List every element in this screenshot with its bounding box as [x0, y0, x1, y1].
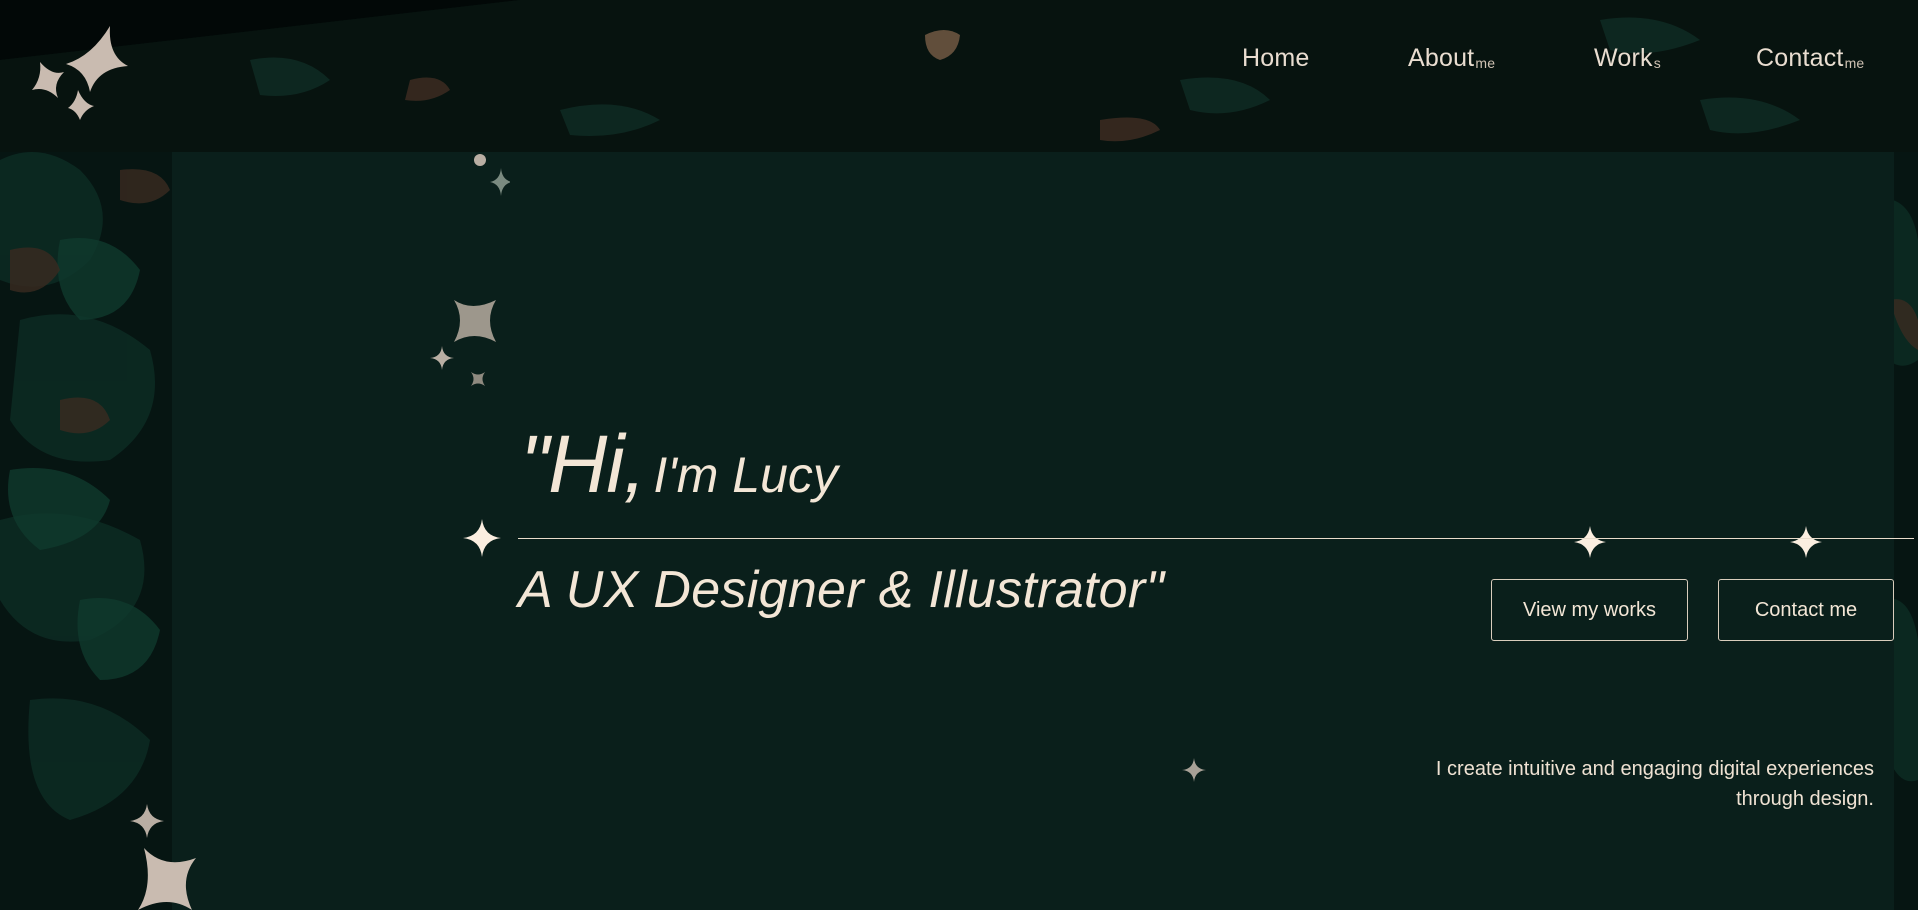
- nav-item-suffix: me: [1844, 55, 1865, 71]
- nav-item-contact[interactable]: Contactme: [1756, 44, 1864, 73]
- hero-tagline: I create intuitive and engaging digital …: [1354, 754, 1874, 814]
- greeting-name: I'm Lucy: [653, 447, 838, 503]
- nav-item-label: Work: [1594, 44, 1653, 72]
- sparkle-icon: [430, 346, 454, 370]
- tagline-line: through design.: [1736, 788, 1874, 810]
- sparkle-icon: [1182, 758, 1206, 782]
- nav-item-label: About: [1408, 44, 1475, 72]
- view-works-button[interactable]: View my works: [1491, 579, 1688, 641]
- hero-greeting: "Hi, I'm Lucy: [520, 418, 838, 512]
- sparkle-icon: [130, 804, 164, 838]
- sparkle-icon: [138, 848, 196, 910]
- sparkle-icon: [454, 300, 496, 342]
- nav-item-suffix: me: [1475, 55, 1496, 71]
- hero-subtitle: A UX Designer & Illustrator": [518, 561, 1165, 619]
- tagline-line: I create intuitive and engaging digital …: [1435, 758, 1874, 780]
- nav-item-home[interactable]: Home: [1242, 44, 1310, 73]
- main-nav: Home Aboutme Works Contactme: [0, 44, 1918, 84]
- contact-me-button[interactable]: Contact me: [1718, 579, 1894, 641]
- greeting-big: "Hi,: [520, 419, 646, 510]
- nav-item-label: Contact: [1756, 44, 1844, 72]
- sparkle-icon: [1790, 526, 1822, 558]
- nav-item-about[interactable]: Aboutme: [1408, 44, 1495, 73]
- hero-divider: [518, 538, 1914, 539]
- nav-item-suffix: s: [1653, 55, 1661, 71]
- nav-item-label: Home: [1242, 44, 1310, 72]
- sparkle-icon: [474, 154, 510, 196]
- sparkle-icon: [471, 372, 485, 386]
- top-bar: Home Aboutme Works Contactme: [0, 0, 1918, 152]
- nav-item-works[interactable]: Works: [1594, 44, 1661, 73]
- sparkle-icon: [463, 519, 501, 557]
- sparkle-icon: [1574, 526, 1606, 558]
